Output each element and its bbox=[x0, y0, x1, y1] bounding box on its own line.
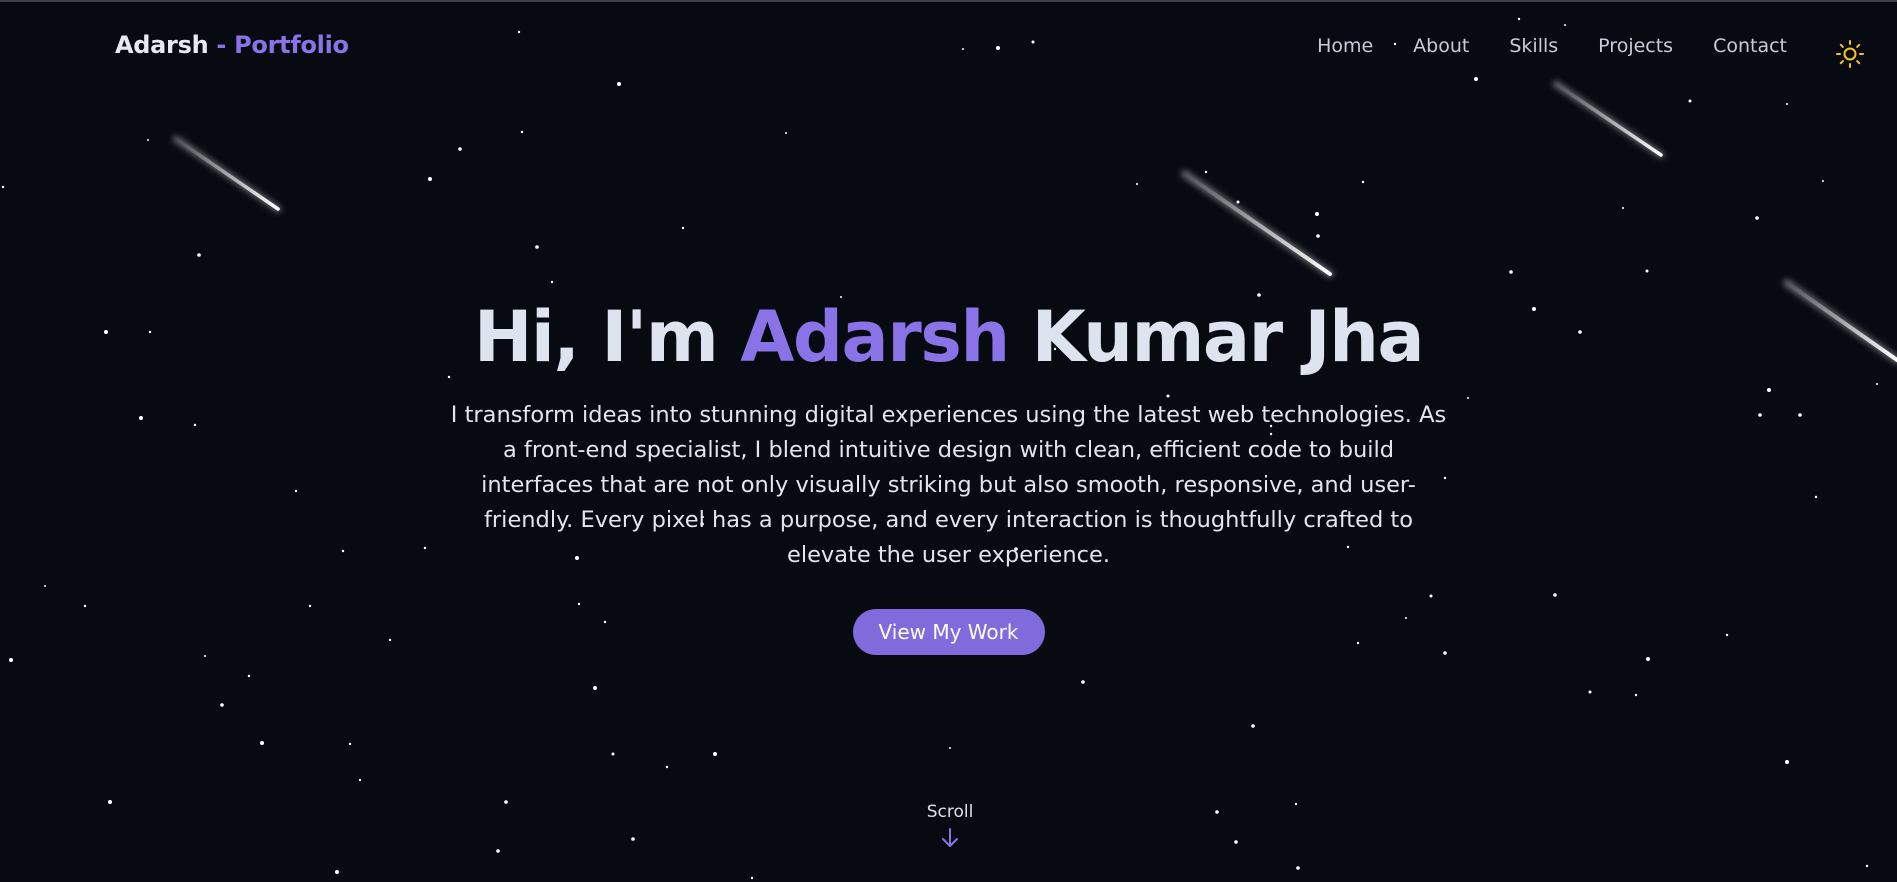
nav-links: Home About Skills Projects Contact bbox=[1317, 35, 1787, 57]
hero-description: I transform ideas into stunning digital … bbox=[450, 402, 1447, 568]
hero-section: Hi, I'm Adarsh Kumar Jha I transform ide… bbox=[0, 292, 1897, 655]
hero-last-name: Kumar Jha bbox=[1031, 296, 1425, 378]
nav-link-contact[interactable]: Contact bbox=[1713, 35, 1787, 57]
nav-link-about[interactable]: About bbox=[1413, 35, 1469, 57]
brand-logo[interactable]: Adarsh - Portfolio bbox=[115, 31, 349, 59]
portfolio-page: Adarsh - Portfolio Home About Skills Pro… bbox=[0, 0, 1897, 882]
arrow-down-icon bbox=[942, 828, 958, 847]
scroll-indicator[interactable]: Scroll bbox=[900, 802, 1000, 850]
nav-link-home[interactable]: Home bbox=[1317, 35, 1373, 57]
view-my-work-button[interactable]: View My Work bbox=[852, 609, 1045, 655]
nav-link-skills[interactable]: Skills bbox=[1509, 35, 1558, 57]
hero-greeting: Hi, I'm bbox=[473, 296, 719, 378]
navbar: Adarsh - Portfolio Home About Skills Pro… bbox=[0, 2, 1897, 92]
shooting-star bbox=[1552, 80, 1665, 159]
shooting-star bbox=[1181, 170, 1334, 278]
hero-first-name: Adarsh bbox=[740, 296, 1010, 378]
shooting-star bbox=[172, 135, 282, 213]
brand-suffix: - Portfolio bbox=[216, 31, 349, 59]
theme-toggle-button[interactable] bbox=[1835, 39, 1865, 69]
hero-title: Hi, I'm Adarsh Kumar Jha bbox=[0, 292, 1897, 382]
nav-link-projects[interactable]: Projects bbox=[1598, 35, 1673, 57]
scroll-label: Scroll bbox=[926, 802, 974, 822]
brand-name: Adarsh bbox=[115, 31, 209, 59]
sun-icon bbox=[1836, 40, 1864, 68]
